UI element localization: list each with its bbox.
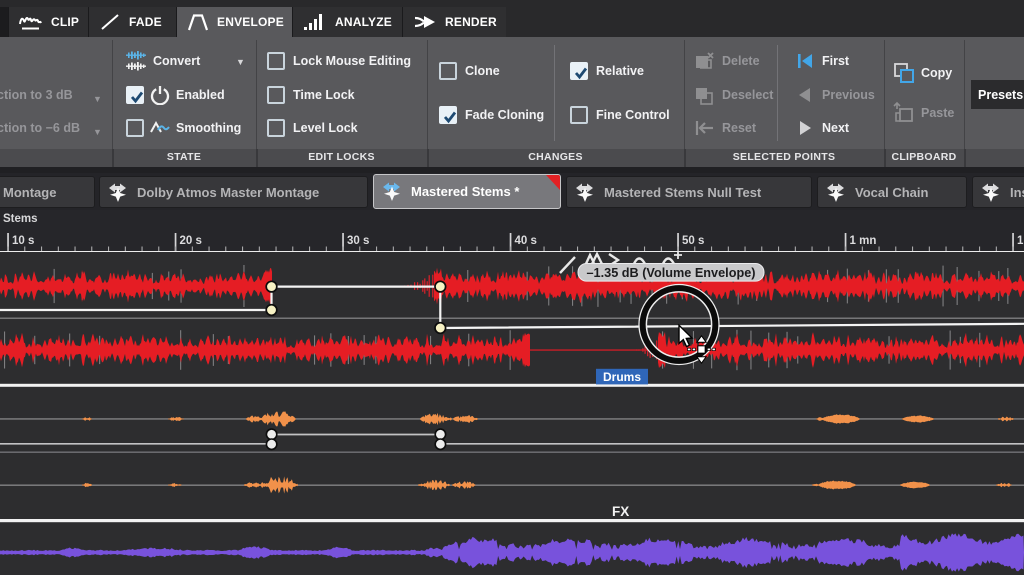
svg-text:30 s: 30 s: [347, 235, 369, 247]
svg-text:40 s: 40 s: [515, 235, 537, 247]
svg-text:20 s: 20 s: [180, 235, 202, 247]
svg-text:10 s: 10 s: [12, 235, 34, 247]
svg-text:–1.35 dB (Volume Envelope): –1.35 dB (Volume Envelope): [587, 266, 756, 280]
svg-text:FX: FX: [612, 504, 629, 519]
svg-text:50 s: 50 s: [682, 235, 704, 247]
svg-text:Drums: Drums: [603, 370, 641, 384]
svg-text:1 mn: 1 mn: [850, 235, 877, 247]
svg-text:1 m: 1 m: [1017, 235, 1024, 247]
